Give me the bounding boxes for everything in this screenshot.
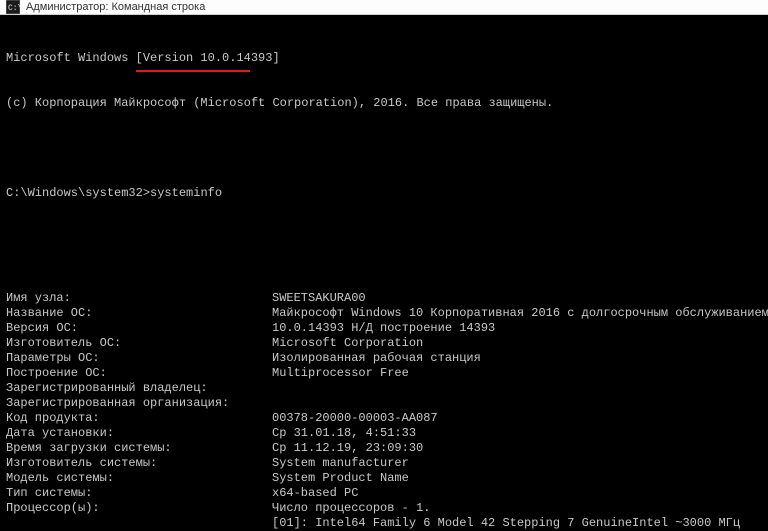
info-key: Версия ОС: — [6, 321, 272, 336]
info-value — [272, 381, 764, 396]
info-key: Дата установки: — [6, 426, 272, 441]
cmd-icon: C:\ — [6, 0, 20, 14]
info-key: Время загрузки системы: — [6, 441, 272, 456]
info-key: Изготовитель системы: — [6, 456, 272, 471]
info-value: Майкрософт Windows 10 Корпоративная 2016… — [272, 306, 768, 321]
blank-line — [6, 246, 764, 261]
titlebar-text: Администратор: Командная строка — [26, 1, 205, 13]
info-value: System Product Name — [272, 471, 764, 486]
info-row: Тип системы:x64-based PC — [6, 486, 764, 501]
cmd-window: C:\ Администратор: Командная строка Micr… — [0, 0, 768, 531]
info-row: [01]: Intel64 Family 6 Model 42 Stepping… — [6, 516, 764, 531]
info-row: Построение ОС:Multiprocessor Free — [6, 366, 764, 381]
info-key: Название ОС: — [6, 306, 272, 321]
info-value: Multiprocessor Free — [272, 366, 764, 381]
info-key: Построение ОС: — [6, 366, 272, 381]
svg-text:C:\: C:\ — [8, 4, 20, 13]
info-key: Зарегистрированная организация: — [6, 396, 272, 411]
prompt-line: C:\Windows\system32>systeminfo — [6, 186, 764, 201]
banner-line-2: (c) Корпорация Майкрософт (Microsoft Cor… — [6, 96, 764, 111]
info-row: Зарегистрированный владелец: — [6, 381, 764, 396]
prompt-path: C:\Windows\system32> — [6, 186, 150, 200]
info-row: Модель системы:System Product Name — [6, 471, 764, 486]
info-value: SWEETSAKURA00 — [272, 291, 764, 306]
info-row: Код продукта:00378-20000-00003-AA087 — [6, 411, 764, 426]
systeminfo-rows: Имя узла:SWEETSAKURA00Название ОС:Майкро… — [6, 291, 764, 531]
banner-line-1: Microsoft Windows [Version 10.0.14393] — [6, 51, 764, 66]
console-output[interactable]: Microsoft Windows [Version 10.0.14393] (… — [0, 15, 768, 531]
info-value: 00378-20000-00003-AA087 — [272, 411, 764, 426]
info-value: Ср 31.01.18, 4:51:33 — [272, 426, 764, 441]
info-key: Изготовитель ОС: — [6, 336, 272, 351]
info-value: System manufacturer — [272, 456, 764, 471]
info-value: Ср 11.12.19, 23:09:30 — [272, 441, 764, 456]
info-value — [272, 396, 764, 411]
info-value: [01]: Intel64 Family 6 Model 42 Stepping… — [6, 516, 740, 530]
info-row: Изготовитель ОС:Microsoft Corporation — [6, 336, 764, 351]
info-row: Время загрузки системы:Ср 11.12.19, 23:0… — [6, 441, 764, 456]
info-key: Имя узла: — [6, 291, 272, 306]
info-value: x64-based PC — [272, 486, 764, 501]
titlebar[interactable]: C:\ Администратор: Командная строка — [0, 0, 768, 15]
info-key: Процессор(ы): — [6, 501, 272, 516]
info-row: Версия ОС:10.0.14393 Н/Д построение 1439… — [6, 321, 764, 336]
info-value: Microsoft Corporation — [272, 336, 764, 351]
info-row: Зарегистрированная организация: — [6, 396, 764, 411]
info-row: Имя узла:SWEETSAKURA00 — [6, 291, 764, 306]
info-row: Дата установки:Ср 31.01.18, 4:51:33 — [6, 426, 764, 441]
info-row: Изготовитель системы:System manufacturer — [6, 456, 764, 471]
info-key: Параметры ОС: — [6, 351, 272, 366]
info-key: Модель системы: — [6, 471, 272, 486]
info-key: Тип системы: — [6, 486, 272, 501]
info-value: Число процессоров - 1. — [272, 501, 764, 516]
command-underline — [136, 70, 250, 72]
prompt-command: systeminfo — [150, 186, 222, 200]
info-row: Параметры ОС:Изолированная рабочая станц… — [6, 351, 764, 366]
info-row: Название ОС:Майкрософт Windows 10 Корпор… — [6, 306, 764, 321]
info-key: Зарегистрированный владелец: — [6, 381, 272, 396]
info-value: Изолированная рабочая станция — [272, 351, 764, 366]
blank-line — [6, 141, 764, 156]
info-key: Код продукта: — [6, 411, 272, 426]
info-row: Процессор(ы):Число процессоров - 1. — [6, 501, 764, 516]
info-value: 10.0.14393 Н/Д построение 14393 — [272, 321, 764, 336]
